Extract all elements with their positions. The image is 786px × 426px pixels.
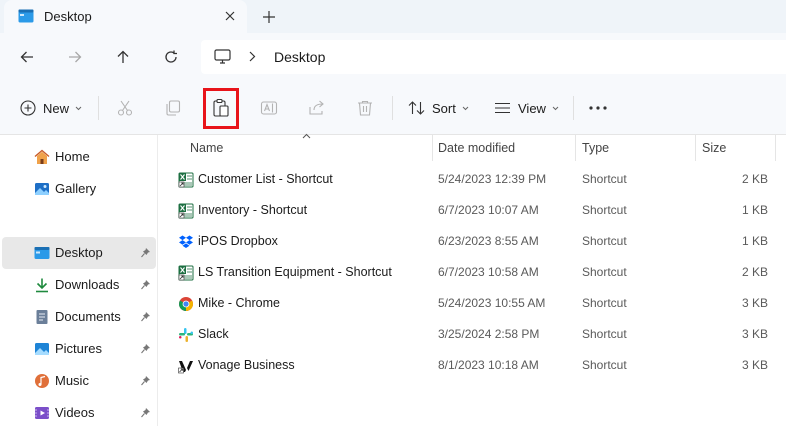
chevron-down-icon bbox=[552, 106, 559, 110]
close-icon bbox=[225, 11, 235, 21]
plus-icon bbox=[263, 11, 275, 23]
excel-shortcut-icon bbox=[178, 265, 194, 281]
column-header-type[interactable]: Type bbox=[582, 135, 609, 161]
file-row[interactable]: Slack 3/25/2024 2:58 PM Shortcut 3 KB bbox=[159, 319, 786, 350]
rename-icon bbox=[260, 101, 278, 115]
close-tab-button[interactable] bbox=[220, 6, 240, 26]
delete-button[interactable] bbox=[356, 94, 374, 122]
cut-button[interactable] bbox=[116, 94, 134, 122]
refresh-button[interactable] bbox=[159, 45, 183, 69]
excel-shortcut-icon bbox=[178, 203, 194, 219]
breadcrumb-desktop[interactable]: Desktop bbox=[274, 49, 325, 65]
file-row[interactable]: Inventory - Shortcut 6/7/2023 10:07 AM S… bbox=[159, 195, 786, 226]
tab-title: Desktop bbox=[44, 9, 92, 24]
share-button[interactable] bbox=[308, 94, 326, 122]
see-more-button[interactable] bbox=[589, 94, 607, 122]
trash-icon bbox=[358, 100, 372, 116]
share-icon bbox=[309, 100, 324, 115]
column-divider[interactable] bbox=[575, 135, 576, 161]
desktop-folder-icon bbox=[18, 9, 34, 23]
sidebar-item-pictures[interactable]: Pictures bbox=[0, 333, 158, 365]
sort-label: Sort bbox=[432, 100, 456, 116]
sidebar-item-gallery[interactable]: Gallery bbox=[0, 173, 158, 205]
file-row[interactable]: Customer List - Shortcut 5/24/2023 12:39… bbox=[159, 164, 786, 195]
rename-button[interactable] bbox=[260, 94, 278, 122]
pin-icon[interactable] bbox=[141, 407, 151, 418]
sort-ascending-icon bbox=[302, 133, 311, 139]
refresh-icon bbox=[165, 50, 177, 63]
column-header-name[interactable]: Name bbox=[190, 135, 223, 161]
music-icon bbox=[35, 374, 49, 388]
sidebar-item-music[interactable]: Music bbox=[0, 365, 158, 397]
pin-icon[interactable] bbox=[141, 279, 151, 290]
file-list: Name Date modified Type Size Customer Li… bbox=[159, 133, 786, 426]
column-divider[interactable] bbox=[695, 135, 696, 161]
address-bar: Desktop bbox=[0, 33, 786, 80]
arrow-left-icon bbox=[20, 51, 33, 63]
videos-icon bbox=[35, 407, 49, 419]
scissors-icon bbox=[117, 100, 133, 116]
file-row[interactable]: Mike - Chrome 5/24/2023 10:55 AM Shortcu… bbox=[159, 288, 786, 319]
tab-desktop[interactable]: Desktop bbox=[4, 0, 247, 33]
monitor-icon bbox=[214, 49, 231, 64]
pin-icon[interactable] bbox=[141, 247, 151, 258]
chevron-right-icon bbox=[249, 51, 256, 62]
column-divider[interactable] bbox=[432, 135, 433, 161]
toolbar-divider bbox=[392, 96, 393, 120]
column-divider[interactable] bbox=[775, 135, 776, 161]
chevron-down-icon bbox=[462, 106, 469, 110]
sort-button[interactable]: Sort bbox=[408, 94, 469, 122]
chrome-icon bbox=[179, 297, 193, 311]
new-label: New bbox=[43, 100, 70, 116]
sidebar-item-home[interactable]: Home bbox=[0, 141, 158, 173]
column-header-date[interactable]: Date modified bbox=[438, 135, 515, 161]
arrow-right-icon bbox=[69, 51, 82, 63]
documents-icon bbox=[36, 310, 48, 324]
excel-shortcut-icon bbox=[178, 172, 194, 188]
gallery-icon bbox=[35, 183, 49, 195]
file-row[interactable]: iPOS Dropbox 6/23/2023 8:55 AM Shortcut … bbox=[159, 226, 786, 257]
more-icon bbox=[589, 106, 607, 110]
home-icon bbox=[34, 149, 50, 164]
sidebar-item-desktop[interactable]: Desktop bbox=[2, 237, 156, 269]
pin-icon[interactable] bbox=[141, 343, 151, 354]
sort-icon bbox=[408, 101, 425, 115]
slack-icon bbox=[179, 328, 193, 342]
back-button[interactable] bbox=[15, 45, 39, 69]
pictures-icon bbox=[35, 343, 49, 355]
new-tab-button[interactable] bbox=[258, 6, 280, 28]
plus-circle-icon bbox=[20, 100, 36, 116]
new-button[interactable]: New bbox=[20, 94, 82, 122]
forward-button[interactable] bbox=[63, 45, 87, 69]
sidebar-item-documents[interactable]: Documents bbox=[0, 301, 158, 333]
column-header-size[interactable]: Size bbox=[702, 135, 726, 161]
navigation-pane: Home Gallery Desktop Downloads Documents… bbox=[0, 135, 158, 426]
tab-strip: Desktop bbox=[0, 0, 786, 33]
paste-highlight-box bbox=[203, 88, 239, 129]
up-button[interactable] bbox=[111, 45, 135, 69]
sidebar-item-videos[interactable]: Videos bbox=[0, 397, 158, 426]
address-field[interactable]: Desktop bbox=[201, 40, 786, 74]
file-row[interactable]: LS Transition Equipment - Shortcut 6/7/2… bbox=[159, 257, 786, 288]
file-row[interactable]: Vonage Business 8/1/2023 10:18 AM Shortc… bbox=[159, 350, 786, 381]
desktop-icon bbox=[34, 247, 50, 259]
downloads-icon bbox=[36, 278, 48, 293]
vonage-icon bbox=[178, 361, 193, 374]
chevron-down-icon bbox=[75, 106, 82, 110]
pin-icon[interactable] bbox=[141, 375, 151, 386]
toolbar-divider bbox=[573, 96, 574, 120]
view-label: View bbox=[518, 100, 546, 116]
copy-icon bbox=[166, 100, 181, 116]
sidebar-item-downloads[interactable]: Downloads bbox=[0, 269, 158, 301]
toolbar-divider bbox=[98, 96, 99, 120]
list-view-icon bbox=[495, 102, 510, 114]
view-button[interactable]: View bbox=[494, 94, 559, 122]
command-bar: New Sort View bbox=[0, 80, 786, 135]
arrow-up-icon bbox=[117, 50, 129, 63]
copy-button[interactable] bbox=[164, 94, 182, 122]
dropbox-icon bbox=[179, 235, 193, 248]
pin-icon[interactable] bbox=[141, 311, 151, 322]
